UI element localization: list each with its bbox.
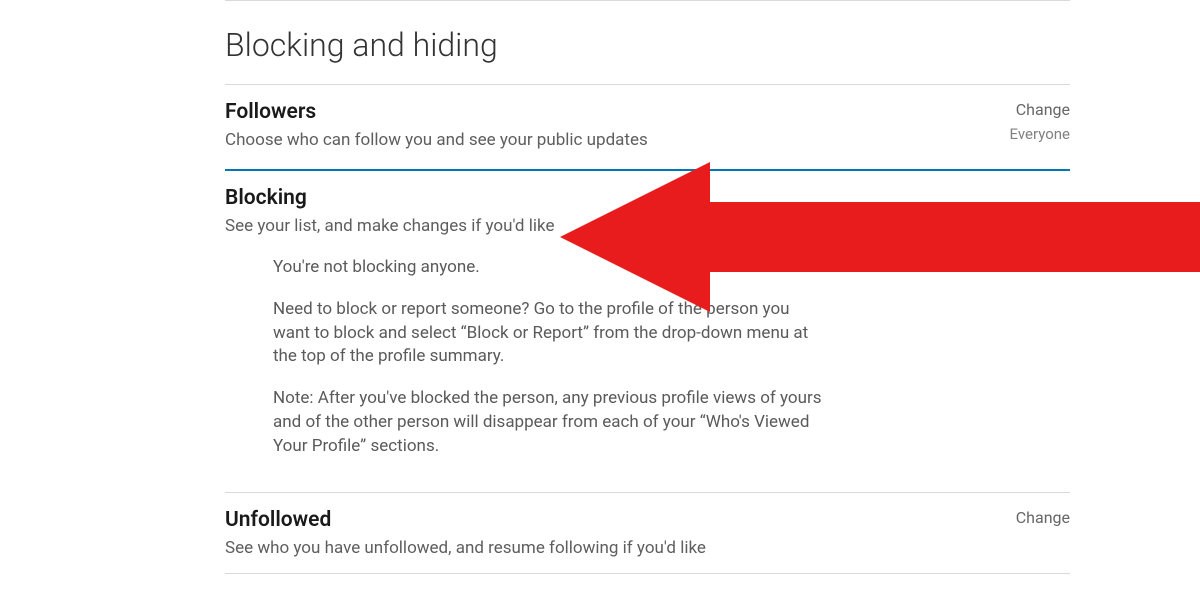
followers-subtitle: Choose who can follow you and see your p…: [225, 130, 1010, 150]
blocking-section: Blocking See your list, and make changes…: [225, 171, 1070, 492]
section-divider: [225, 573, 1070, 574]
unfollowed-subtitle: See who you have unfollowed, and resume …: [225, 538, 1016, 558]
unfollowed-change-link[interactable]: Change: [1016, 508, 1070, 527]
page-title: Blocking and hiding: [225, 26, 1070, 64]
followers-section[interactable]: Followers Choose who can follow you and …: [225, 85, 1070, 165]
blocking-subtitle: See your list, and make changes if you'd…: [225, 216, 1070, 236]
followers-title: Followers: [225, 100, 1010, 124]
blocking-title: Blocking: [225, 186, 1070, 210]
blocking-content: You're not blocking anyone. Need to bloc…: [225, 236, 825, 459]
unfollowed-title: Unfollowed: [225, 508, 1016, 532]
blocking-note: Note: After you've blocked the person, a…: [273, 387, 825, 458]
unfollowed-section[interactable]: Unfollowed See who you have unfollowed, …: [225, 493, 1070, 573]
blocking-instructions: Need to block or report someone? Go to t…: [273, 298, 825, 369]
followers-current-value: Everyone: [1010, 125, 1070, 143]
top-divider: [225, 0, 1070, 1]
followers-change-link[interactable]: Change: [1010, 100, 1070, 119]
blocking-empty-message: You're not blocking anyone.: [273, 256, 825, 280]
